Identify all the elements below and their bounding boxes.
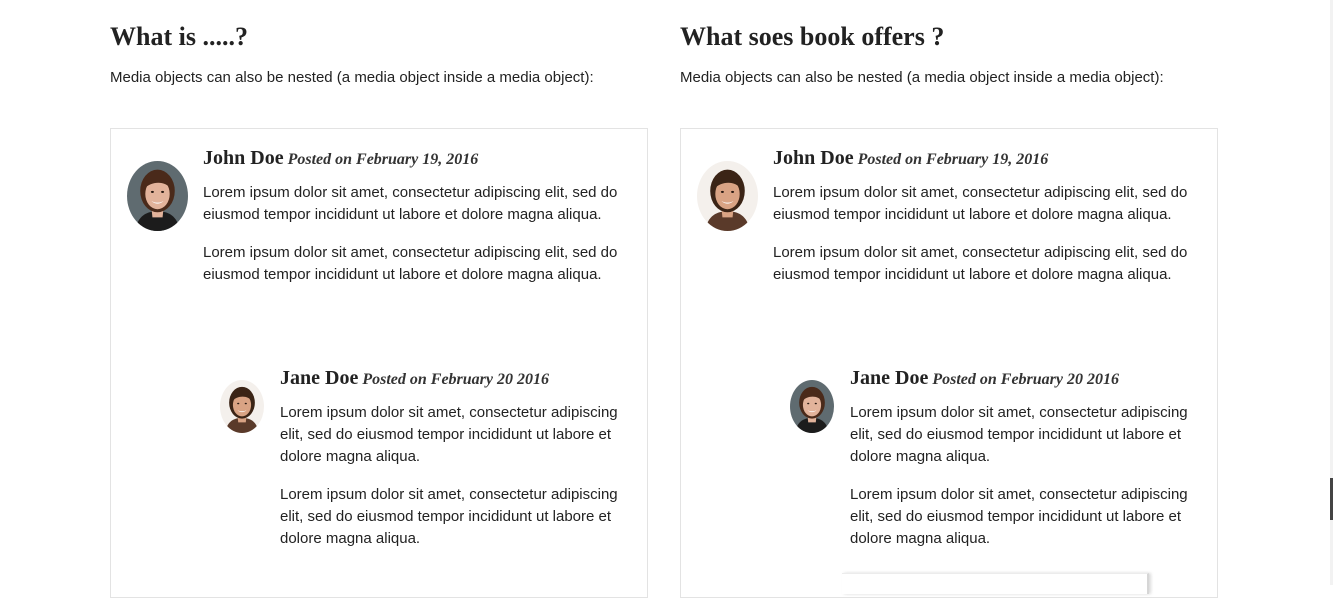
avatar <box>127 161 188 231</box>
reply-heading: Jane Doe Posted on February 20 2016 <box>280 365 620 392</box>
section-intro: Media objects can also be nested (a medi… <box>110 69 594 86</box>
comment-author: John Doe <box>203 147 284 169</box>
reply-author: Jane Doe <box>280 367 359 389</box>
reply-author: Jane Doe <box>850 367 929 389</box>
reply-text: Lorem ipsum dolor sit amet, consectetur … <box>850 404 1188 465</box>
reply-text: Lorem ipsum dolor sit amet, consectetur … <box>280 404 618 465</box>
reply-body: Jane Doe Posted on February 20 2016 Lore… <box>850 365 1190 566</box>
comment-text: Lorem ipsum dolor sit amet, consectetur … <box>773 244 1188 283</box>
reply-text: Lorem ipsum dolor sit amet, consectetur … <box>280 486 618 547</box>
overlay-card-edge <box>842 573 1149 594</box>
reply-body: Jane Doe Posted on February 20 2016 Lore… <box>280 365 620 566</box>
avatar <box>790 380 834 433</box>
avatar-woman-white-background-icon <box>697 161 758 231</box>
comment-author: John Doe <box>773 147 854 169</box>
reply-heading: Jane Doe Posted on February 20 2016 <box>850 365 1190 392</box>
comments-panel: John Doe Posted on February 19, 2016 Lor… <box>110 128 648 598</box>
comment-date: Posted on February 19, 2016 <box>857 151 1049 168</box>
comment-heading: John Doe Posted on February 19, 2016 <box>773 145 1203 172</box>
avatar-woman-grey-background-icon <box>127 161 188 231</box>
comment-text: Lorem ipsum dolor sit amet, consectetur … <box>203 184 618 223</box>
comment-heading: John Doe Posted on February 19, 2016 <box>203 145 633 172</box>
section-intro: Media objects can also be nested (a medi… <box>680 69 1164 86</box>
avatar-woman-white-background-icon <box>220 380 264 433</box>
reply-date: Posted on February 20 2016 <box>932 371 1119 388</box>
comment-body: John Doe Posted on February 19, 2016 Lor… <box>773 145 1203 302</box>
reply-text: Lorem ipsum dolor sit amet, consectetur … <box>850 486 1188 547</box>
avatar <box>697 161 758 231</box>
comment-text: Lorem ipsum dolor sit amet, consectetur … <box>773 184 1188 223</box>
section-heading: What is .....? <box>110 22 248 51</box>
comment-date: Posted on February 19, 2016 <box>287 151 479 168</box>
comment-text: Lorem ipsum dolor sit amet, consectetur … <box>203 244 618 283</box>
comments-panel: John Doe Posted on February 19, 2016 Lor… <box>680 128 1218 598</box>
avatar-woman-grey-background-icon <box>790 380 834 433</box>
avatar <box>220 380 264 433</box>
section-heading: What soes book offers ? <box>680 22 945 51</box>
reply-date: Posted on February 20 2016 <box>362 371 549 388</box>
comment-body: John Doe Posted on February 19, 2016 Lor… <box>203 145 633 302</box>
